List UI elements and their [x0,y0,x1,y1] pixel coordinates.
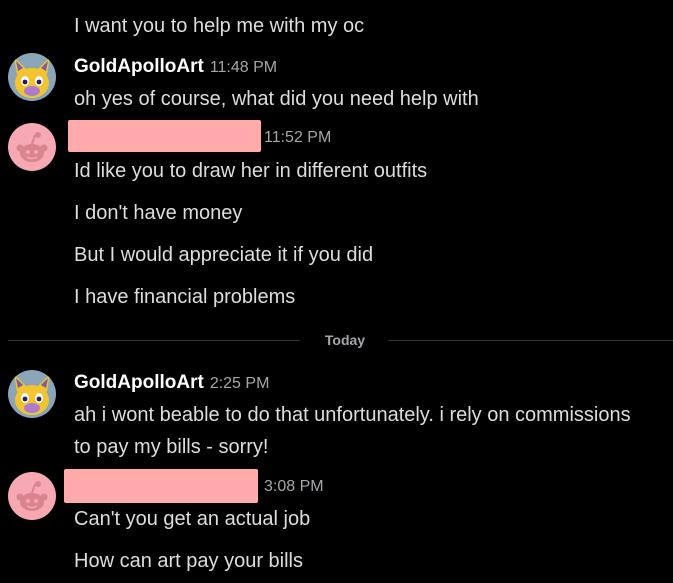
username[interactable]: GoldApolloArt [74,56,204,78]
artist-avatar[interactable] [8,53,56,101]
yellow-character-icon [8,370,56,418]
message-text: But I would appreciate it if you did [74,244,374,266]
message-text: ah i wont beable to do that unfortunatel… [74,404,631,426]
yellow-character-icon [8,53,56,101]
timestamp: 11:48 PM [209,59,278,76]
message-text: oh yes of course, what did you need help… [74,88,479,110]
date-divider-label: Today [318,332,372,348]
timestamp: 2:25 PM [209,375,270,392]
message-text: I want you to help me with my oc [74,15,365,37]
reddit-snoo-icon [8,123,56,171]
reddit-snoo-icon [8,472,56,520]
timestamp: 3:08 PM [264,478,324,495]
message-text: Can't you get an actual job [74,508,311,530]
message-text: Id like you to draw her in different out… [74,160,428,182]
message-header: GoldApolloArt 2:25 PM [74,372,269,398]
chat-log: I want you to help me with my oc GoldApo… [0,0,673,583]
message-text: to pay my bills - sorry! [74,436,269,458]
artist-avatar[interactable] [8,370,56,418]
user-avatar[interactable] [8,472,56,520]
user-avatar[interactable] [8,123,56,171]
redacted-username [64,469,258,503]
timestamp: 11:52 PM [264,129,332,146]
redacted-username [68,120,261,152]
message-header: GoldApolloArt 11:48 PM [74,56,277,82]
message-text: I have financial problems [74,286,296,308]
message-text: How can art pay your bills [74,550,303,572]
username[interactable]: GoldApolloArt [74,372,204,394]
message-text: I don't have money [74,202,243,224]
